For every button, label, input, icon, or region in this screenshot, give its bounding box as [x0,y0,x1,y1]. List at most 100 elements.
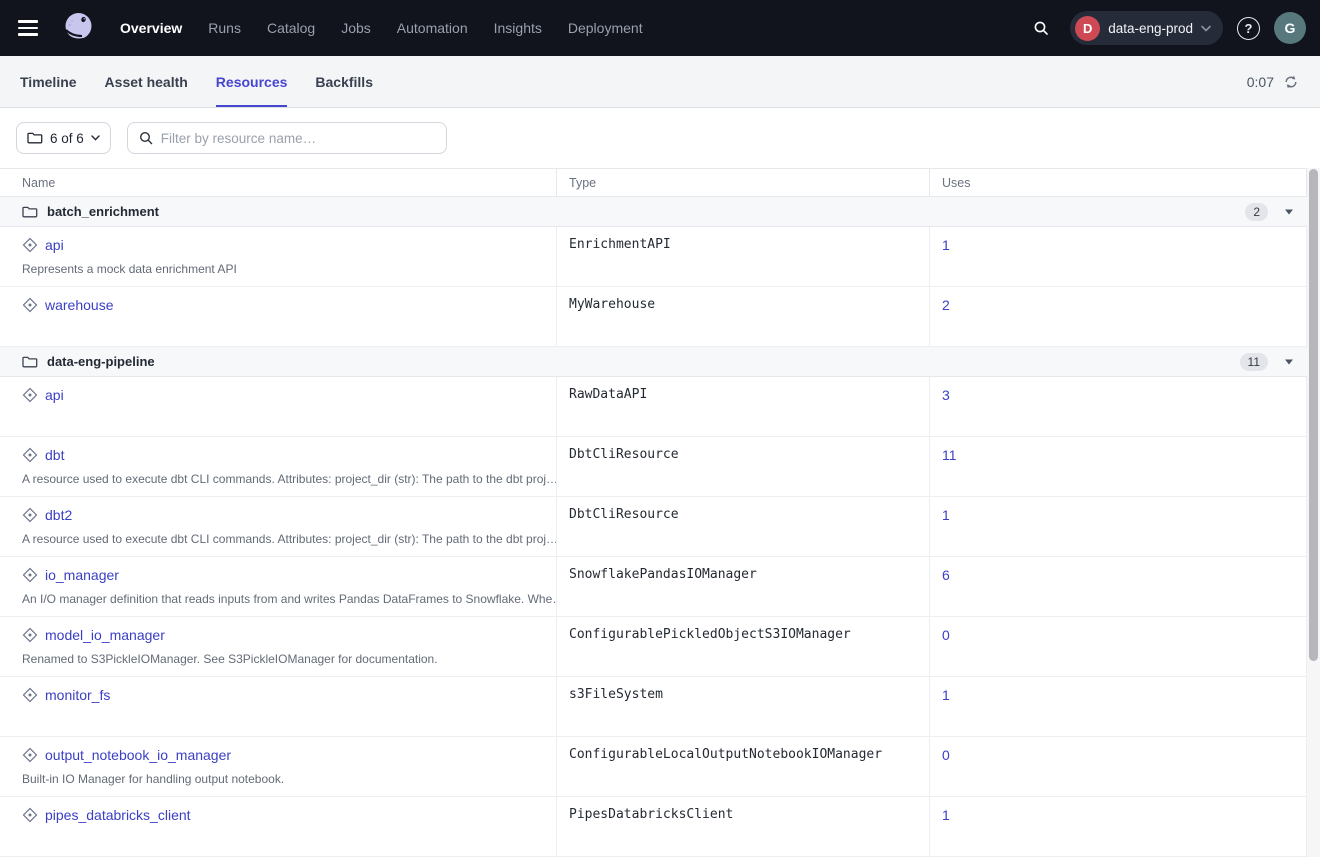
chevron-down-icon [1201,25,1211,32]
resource-name-link[interactable]: io_manager [45,567,119,583]
collapse-caret-icon[interactable] [1284,359,1294,365]
resource-name-link[interactable]: dbt2 [45,507,72,523]
nav-item-automation[interactable]: Automation [397,20,468,36]
resource-row: pipes_databricks_client PipesDatabricksC… [0,797,1320,857]
resource-icon [22,567,38,583]
help-button[interactable]: ? [1237,17,1260,40]
tab-backfills[interactable]: Backfills [315,56,373,107]
resource-description: A resource used to execute dbt CLI comma… [22,532,556,546]
resource-row: api Represents a mock data enrichment AP… [0,227,1320,287]
resource-icon [22,237,38,253]
chevron-down-icon [91,135,100,141]
user-avatar[interactable]: G [1274,12,1306,44]
resource-uses-link[interactable]: 0 [942,747,950,763]
resource-search-box [127,122,447,154]
deployment-initial-badge: D [1075,16,1100,41]
resource-name-link[interactable]: warehouse [45,297,114,313]
resource-group-row[interactable]: batch_enrichment 2 [0,197,1320,227]
resource-type: SnowflakePandasIOManager [557,557,930,616]
top-navigation: Overview Runs Catalog Jobs Automation In… [0,0,1320,56]
primary-nav: Overview Runs Catalog Jobs Automation In… [120,20,643,36]
resource-row: monitor_fs s3FileSystem 1 [0,677,1320,737]
search-icon [138,130,154,146]
resource-name-link[interactable]: output_notebook_io_manager [45,747,231,763]
search-button[interactable] [1026,13,1056,43]
nav-item-runs[interactable]: Runs [208,20,241,36]
resource-description: Renamed to S3PickleIOManager. See S3Pick… [22,652,556,666]
resource-uses-link[interactable]: 0 [942,627,950,643]
deployment-switcher[interactable]: D data-eng-prod [1070,11,1223,45]
resource-name-link[interactable]: monitor_fs [45,687,110,703]
nav-item-insights[interactable]: Insights [494,20,542,36]
resource-row: warehouse MyWarehouse 2 [0,287,1320,347]
resource-uses-link[interactable]: 11 [942,447,957,463]
overview-tabs-bar: Timeline Asset health Resources Backfill… [0,56,1320,108]
resource-name-link[interactable]: dbt [45,447,64,463]
resource-description: A resource used to execute dbt CLI comma… [22,472,556,486]
resource-row: io_manager An I/O manager definition tha… [0,557,1320,617]
tab-resources[interactable]: Resources [216,56,288,107]
group-name: batch_enrichment [47,204,159,219]
table-body: batch_enrichment 2 api Represents a mock… [0,197,1320,857]
resource-icon [22,507,38,523]
resource-uses-link[interactable]: 6 [942,567,950,583]
resource-name-link[interactable]: api [45,387,64,403]
vertical-scrollbar[interactable] [1307,168,1320,857]
nav-item-catalog[interactable]: Catalog [267,20,315,36]
column-header-name: Name [0,169,557,196]
resource-name-link[interactable]: pipes_databricks_client [45,807,191,823]
dagster-logo[interactable] [58,8,98,48]
tab-asset-health[interactable]: Asset health [105,56,188,107]
collapse-caret-icon[interactable] [1284,209,1294,215]
resource-icon [22,747,38,763]
resource-icon [22,807,38,823]
resource-group-row[interactable]: data-eng-pipeline 11 [0,347,1320,377]
refresh-timer: 0:07 [1247,74,1274,90]
group-count-badge: 2 [1245,203,1268,221]
group-name: data-eng-pipeline [47,354,155,369]
resources-table: Name Type Uses batch_enrichment 2 api Re… [0,168,1320,857]
group-filter-button[interactable]: 6 of 6 [16,122,111,154]
search-icon [1033,20,1049,36]
resource-uses-link[interactable]: 1 [942,507,950,523]
scrollbar-thumb[interactable] [1309,169,1318,661]
filter-bar: 6 of 6 [0,108,1320,168]
resource-uses-link[interactable]: 2 [942,297,950,313]
resource-icon [22,447,38,463]
resource-icon [22,687,38,703]
resource-type: s3FileSystem [557,677,930,736]
nav-item-overview[interactable]: Overview [120,20,182,36]
resource-uses-link[interactable]: 1 [942,687,950,703]
resource-description: Built-in IO Manager for handling output … [22,772,556,786]
resource-row: model_io_manager Renamed to S3PickleIOMa… [0,617,1320,677]
resource-type: DbtCliResource [557,497,930,556]
resource-icon [22,627,38,643]
resource-row: dbt2 A resource used to execute dbt CLI … [0,497,1320,557]
resource-uses-link[interactable]: 1 [942,807,950,823]
group-filter-label: 6 of 6 [50,131,84,146]
column-header-uses: Uses [930,169,1307,196]
resource-uses-link[interactable]: 1 [942,237,950,253]
deployment-name: data-eng-prod [1108,21,1193,36]
resource-uses-link[interactable]: 3 [942,387,950,403]
nav-item-deployment[interactable]: Deployment [568,20,643,36]
resource-type: ConfigurableLocalOutputNotebookIOManager [557,737,930,796]
resource-row: api RawDataAPI 3 [0,377,1320,437]
table-header-row: Name Type Uses [0,168,1320,197]
resource-icon [22,297,38,313]
resource-type: PipesDatabricksClient [557,797,930,856]
refresh-icon[interactable] [1282,73,1300,91]
resource-description: An I/O manager definition that reads inp… [22,592,556,606]
resource-name-link[interactable]: model_io_manager [45,627,165,643]
hamburger-menu-icon[interactable] [14,11,48,45]
resource-icon [22,387,38,403]
resource-type: RawDataAPI [557,377,930,436]
nav-item-jobs[interactable]: Jobs [341,20,371,36]
resource-description: Represents a mock data enrichment API [22,262,556,276]
resource-row: dbt A resource used to execute dbt CLI c… [0,437,1320,497]
tab-timeline[interactable]: Timeline [20,56,77,107]
resource-type: ConfigurablePickledObjectS3IOManager [557,617,930,676]
resource-filter-input[interactable] [161,131,436,146]
folder-icon [22,204,38,220]
resource-name-link[interactable]: api [45,237,64,253]
